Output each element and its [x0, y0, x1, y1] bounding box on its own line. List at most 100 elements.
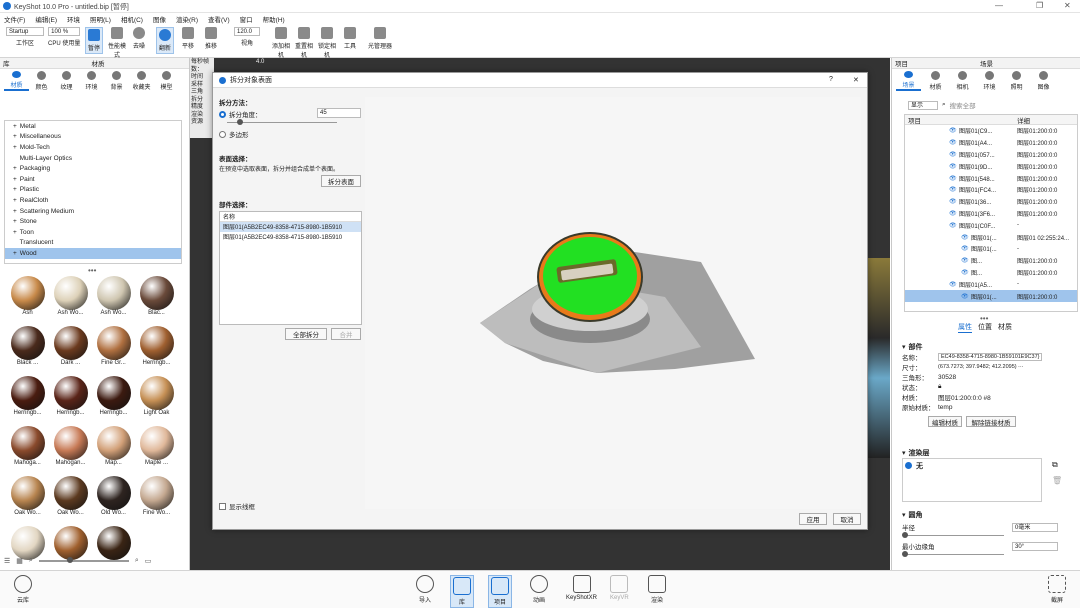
scene-tree-row[interactable]: 👁︎ 图层01(3F6... 图层01:200:0:0	[905, 208, 1077, 220]
tab-environment[interactable]: 环境	[977, 71, 1002, 91]
split-angle-radio[interactable]	[219, 110, 226, 118]
tree-item-wood[interactable]: + Wood	[5, 248, 181, 259]
material-thumbnail[interactable]: Oak Wo...	[7, 476, 48, 524]
material-thumbnail[interactable]: Ash	[7, 276, 48, 324]
lock-camera-button[interactable]: 锁定相机	[318, 27, 336, 59]
refresh-button[interactable]: 翻新	[156, 27, 175, 54]
tree-item-moldtech[interactable]: + Mold-Tech	[5, 142, 181, 153]
visibility-eye-icon[interactable]: 👁︎	[949, 222, 959, 229]
unlink-material-button[interactable]: 解除链接材质	[966, 416, 1016, 427]
material-thumbnail[interactable]: Blac...	[136, 276, 177, 324]
part-section-header[interactable]: ▾ 部件	[902, 342, 1074, 352]
add-camera-button[interactable]: 添加相机	[272, 27, 290, 59]
menu-camera[interactable]: 相机(C)	[121, 14, 143, 24]
min-edge-slider[interactable]	[902, 551, 1004, 557]
tree-item-toon[interactable]: + Toon	[5, 227, 181, 238]
scene-tree-row[interactable]: 👁︎ 图层01(9D... 图层01:200:0:0	[905, 160, 1077, 172]
scene-tree-row[interactable]: 👁︎ 图... 图层01:200:0:0	[905, 267, 1077, 279]
cancel-button[interactable]: 取消	[833, 513, 861, 525]
material-thumbnail[interactable]: Map...	[93, 426, 134, 474]
tree-item-misc[interactable]: + Miscellaneous	[5, 132, 181, 143]
model-preview[interactable]	[365, 97, 861, 509]
material-thumbnail[interactable]: Mahogan...	[50, 426, 91, 474]
scene-tree-row[interactable]: 👁︎ 图层01(... 图层01:200:0:0	[905, 290, 1077, 302]
scene-tree-row[interactable]: 👁︎ 图层01(... 图层01 02:255:24...	[905, 231, 1077, 243]
tab-lighting[interactable]: 照明	[1004, 71, 1029, 91]
import-button[interactable]: 导入	[416, 575, 434, 604]
material-thumbnail[interactable]: Black ...	[7, 326, 48, 374]
edit-material-button[interactable]: 编辑材质	[928, 416, 962, 427]
search-input[interactable]: 搜索全部	[950, 100, 976, 110]
tab-colors[interactable]: 颜色	[29, 71, 54, 91]
visibility-eye-icon[interactable]: 👁︎	[949, 163, 959, 170]
render-layer-header[interactable]: ▾ 渲染层	[902, 448, 1074, 458]
list-view-icon[interactable]: ☰	[4, 557, 10, 565]
part-list-item[interactable]: 图层01(A5B2EC49-8358-4715-8980-1B5910	[220, 232, 361, 242]
menu-view[interactable]: 查看(V)	[208, 14, 230, 24]
min-edge-input[interactable]: 30°	[1012, 541, 1058, 551]
tab-models[interactable]: 模型	[154, 71, 179, 91]
dolly-button[interactable]: 推移	[205, 27, 217, 50]
scene-tree-row[interactable]: 👁︎ 图层01(36... 图层01:200:0:0	[905, 196, 1077, 208]
library-button[interactable]: 库	[450, 575, 474, 608]
tab-position[interactable]: 位置	[978, 322, 992, 333]
visibility-eye-icon[interactable]: 👁︎	[949, 198, 959, 205]
reset-camera-button[interactable]: 重置相机	[295, 27, 313, 59]
tree-item-scattering[interactable]: + Scattering Medium	[5, 206, 181, 217]
lock-icon[interactable]: 🔒︎	[938, 383, 941, 391]
show-wireframe-checkbox[interactable]	[219, 502, 226, 510]
tab-materials[interactable]: 材质	[4, 71, 29, 91]
visibility-eye-icon[interactable]: 👁︎	[949, 151, 959, 158]
tab-material[interactable]: 材质	[923, 71, 948, 91]
split-angle-knob[interactable]	[237, 119, 243, 125]
tree-item-translucent[interactable]: Translucent	[5, 238, 181, 249]
tab-image[interactable]: 图像	[1031, 71, 1056, 91]
tab-sub-material[interactable]: 材质	[998, 322, 1012, 333]
tab-scene[interactable]: 场景	[896, 71, 921, 91]
project-button[interactable]: 项目	[488, 575, 512, 608]
material-thumbnail[interactable]: Oak Wo...	[50, 476, 91, 524]
material-thumbnail[interactable]: Ash Wo...	[50, 276, 91, 324]
angle-input[interactable]: 120.0	[234, 27, 260, 36]
material-thumbnail[interactable]: Herringb...	[50, 376, 91, 424]
folder-icon[interactable]: ▭	[145, 557, 152, 565]
visibility-eye-icon[interactable]: 👁︎	[961, 245, 971, 252]
material-thumbnail[interactable]: Fine Wo...	[136, 476, 177, 524]
render-layer-none[interactable]: 无	[916, 461, 923, 471]
animation-button[interactable]: 动画	[530, 575, 548, 604]
visibility-eye-icon[interactable]: 👁︎	[949, 281, 959, 288]
material-thumbnail[interactable]: Ash Wo...	[93, 276, 134, 324]
min-edge-knob[interactable]	[902, 551, 908, 557]
render-layer-radio[interactable]	[905, 462, 912, 469]
screenshot-button[interactable]: 截屏	[1048, 575, 1066, 604]
visibility-eye-icon[interactable]: 👁︎	[949, 127, 959, 134]
close-icon[interactable]: ✕	[1064, 1, 1071, 10]
split-angle-option[interactable]: 拆分角度：	[219, 109, 262, 119]
split-angle-slider[interactable]	[227, 119, 337, 125]
material-thumbnail[interactable]: Light Oak	[136, 376, 177, 424]
menu-environment[interactable]: 环境	[67, 14, 80, 24]
help-button[interactable]: ?	[829, 76, 833, 83]
tree-item-paint[interactable]: + Paint	[5, 174, 181, 185]
menu-help[interactable]: 帮助(H)	[263, 14, 285, 24]
show-select[interactable]: 显示	[908, 100, 938, 110]
maximize-icon[interactable]: ❐	[1036, 1, 1043, 10]
keyshotxr-button[interactable]: KeyShotXR	[566, 575, 597, 601]
material-thumbnail[interactable]: Dark ...	[50, 326, 91, 374]
tree-item-multilayer[interactable]: Multi-Layer Optics	[5, 153, 181, 164]
workspace-select[interactable]: Startup	[6, 27, 44, 36]
tools-button[interactable]: 工具	[344, 27, 356, 50]
keyvr-button[interactable]: KeyVR	[610, 575, 629, 601]
tree-item-stone[interactable]: + Stone	[5, 216, 181, 227]
thumb-size-slider[interactable]	[38, 557, 129, 563]
minimize-icon[interactable]: —	[995, 1, 1003, 10]
part-list-item[interactable]: 图层01(A5B2EC49-8358-4715-8980-1B5910	[220, 222, 361, 232]
radius-slider[interactable]	[902, 532, 1004, 538]
scene-tree-row[interactable]: 👁︎ 图层01(C9... 图层01:200:0:0	[905, 125, 1077, 137]
tree-item-packaging[interactable]: + Packaging	[5, 163, 181, 174]
tab-camera[interactable]: 相机	[950, 71, 975, 91]
scene-tree-row[interactable]: 👁︎ 图层01(... -	[905, 243, 1077, 255]
round-header[interactable]: ▾ 圆角	[902, 510, 1074, 520]
menu-render[interactable]: 渲染(R)	[176, 14, 198, 24]
menu-edit[interactable]: 编辑(E)	[35, 14, 57, 24]
